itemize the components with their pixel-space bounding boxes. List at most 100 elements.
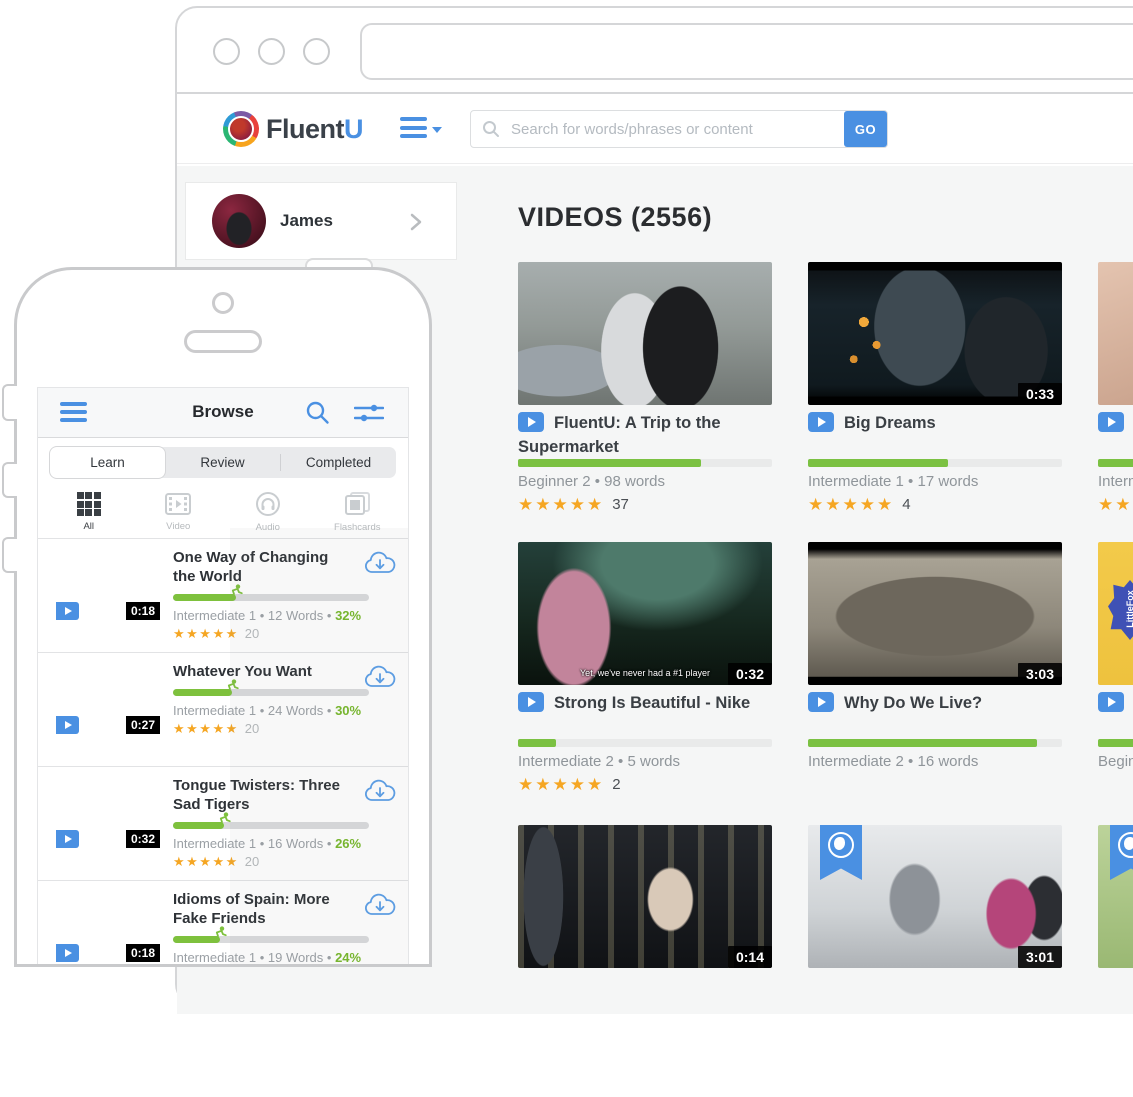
progress-bar — [173, 936, 369, 943]
video-thumbnail[interactable]: 0:27 — [56, 663, 160, 740]
filter-audio[interactable]: Audio — [223, 486, 313, 538]
video-thumbnail[interactable]: 3:03 — [808, 542, 1062, 685]
video-rating: ★★★★★ — [1098, 495, 1133, 515]
list-item[interactable]: 0:32 Tongue Twisters: Three Sad Tigers I… — [38, 767, 408, 881]
play-icon[interactable] — [808, 412, 834, 432]
video-thumbnail[interactable]: 0:33 — [808, 262, 1062, 405]
video-rating: ★★★★★20 — [173, 854, 401, 870]
segmented-tabs: Learn Review Completed — [50, 447, 396, 478]
rating-count: 20 — [245, 626, 259, 641]
video-meta: Intermediate 1 • 16 Words • 26% — [173, 836, 401, 851]
video-card[interactable] — [1098, 825, 1133, 1097]
page-title: VIDEOS (2556) — [518, 202, 712, 233]
filter-flashcards[interactable]: Flashcards — [313, 486, 403, 538]
brand-name: FluentU — [266, 114, 363, 145]
video-meta: Intermediate 1 • 17 words — [808, 473, 978, 490]
fluentu-logo-icon — [223, 111, 259, 147]
video-thumbnail[interactable]: 3:01 — [808, 825, 1062, 968]
video-card[interactable]: LittleFox W Beginner — [1098, 542, 1133, 814]
video-thumbnail[interactable]: 0:18 — [56, 549, 160, 626]
download-cloud-icon[interactable] — [364, 779, 396, 804]
filter-all[interactable]: All — [44, 486, 134, 538]
download-cloud-icon[interactable] — [364, 551, 396, 576]
video-thumbnail[interactable]: Yet, we've never had a #1 player 0:32 — [518, 542, 772, 685]
download-cloud-icon[interactable] — [364, 893, 396, 918]
app-filters-icon[interactable] — [354, 401, 384, 425]
video-rating: ★★★★★4 — [808, 495, 911, 515]
video-thumbnail[interactable]: LittleFox — [1098, 542, 1133, 685]
video-card[interactable]: 3:03 Why Do We Live? Intermediate 2 • 16… — [808, 542, 1062, 814]
video-icon — [164, 492, 192, 516]
list-item[interactable]: 0:27 Whatever You Want Intermediate 1 • … — [38, 653, 408, 767]
phone-mockup: Browse Learn Review Completed All — [14, 267, 432, 967]
star-icons: ★★★★★ — [173, 854, 239, 869]
progress-bar — [808, 739, 1062, 747]
play-icon[interactable] — [1098, 412, 1124, 432]
play-icon[interactable] — [808, 692, 834, 712]
play-icon — [56, 602, 79, 620]
video-card[interactable]: FluentU: A Trip to the Supermarket Begin… — [518, 262, 772, 534]
window-zoom-button[interactable] — [303, 38, 330, 65]
tab-learn[interactable]: Learn — [50, 447, 165, 478]
download-cloud-icon[interactable] — [364, 665, 396, 690]
main-menu-button[interactable] — [400, 117, 442, 143]
fluentu-logo[interactable]: FluentU — [223, 111, 363, 147]
video-duration: 0:14 — [728, 946, 772, 968]
tab-completed[interactable]: Completed — [281, 447, 396, 478]
search-go-button[interactable]: GO — [844, 111, 887, 147]
user-profile-card[interactable]: James — [185, 182, 457, 260]
address-bar[interactable] — [360, 23, 1133, 80]
star-icons: ★★★★★ — [173, 721, 239, 736]
video-duration: 0:18 — [126, 602, 160, 620]
video-card[interactable]: 0:14 — [518, 825, 772, 1097]
star-icons: ★★★★★ — [173, 626, 239, 641]
video-thumbnail[interactable]: 0:14 — [518, 825, 772, 968]
video-meta: Intermediate 1 • 19 Words • 24% — [173, 950, 401, 965]
app-nav-bar: Browse — [38, 388, 408, 438]
video-title: FluentU: A Trip to the Supermarket — [518, 412, 818, 460]
progress-bar — [808, 459, 1062, 467]
list-item[interactable]: 0:18 One Way of Changing the World Inter… — [38, 539, 408, 653]
chevron-right-icon — [410, 212, 422, 232]
runner-icon — [228, 584, 243, 600]
video-title: 3 — [1098, 412, 1133, 436]
window-close-button[interactable] — [213, 38, 240, 65]
video-rating: ★★★★★37 — [518, 495, 629, 515]
phone-screen: Browse Learn Review Completed All — [37, 387, 409, 964]
rating-count: 2 — [612, 776, 620, 793]
star-icons: ★★★★★ — [808, 495, 894, 514]
video-thumbnail[interactable]: 0:32 — [56, 777, 160, 854]
fluentu-flag-badge — [820, 825, 862, 880]
runner-icon — [212, 926, 227, 942]
play-icon — [56, 830, 79, 848]
search-input[interactable] — [470, 110, 888, 148]
filter-video[interactable]: Video — [134, 486, 224, 538]
video-card[interactable]: Yet, we've never had a #1 player 0:32 St… — [518, 542, 772, 814]
video-rating: ★★★★★2 — [518, 775, 621, 795]
play-icon[interactable] — [1098, 692, 1124, 712]
video-thumbnail[interactable]: 0:18 — [56, 891, 160, 964]
video-card[interactable]: 3:01 — [808, 825, 1062, 1097]
list-item[interactable]: 0:18 Idioms of Spain: More Fake Friends … — [38, 881, 408, 964]
progress-percent: 24% — [335, 950, 361, 965]
main-panel: VIDEOS (2556) FluentU: A Trip to the Sup… — [462, 166, 1133, 1014]
play-icon[interactable] — [518, 692, 544, 712]
phone-volume-up-button — [2, 462, 17, 498]
play-icon[interactable] — [518, 412, 544, 432]
video-thumbnail[interactable] — [1098, 825, 1133, 968]
app-search-icon[interactable] — [305, 400, 330, 425]
window-minimize-button[interactable] — [258, 38, 285, 65]
play-icon — [56, 716, 79, 734]
rating-count: 20 — [245, 721, 259, 736]
video-title: One Way of Changing the World — [173, 549, 351, 587]
video-meta: Intermediate 2 • 16 words — [808, 753, 978, 770]
progress-bar — [1098, 459, 1133, 467]
play-icon — [56, 944, 79, 962]
video-card[interactable]: 0:33 Big Dreams Intermediate 1 • 17 word… — [808, 262, 1062, 534]
video-rating: ★★★★★ 20 — [173, 626, 401, 642]
video-title: Strong Is Beautiful - Nike — [518, 692, 818, 716]
video-thumbnail[interactable] — [1098, 262, 1133, 405]
video-card[interactable]: 3 Intermediate ★★★★★ — [1098, 262, 1133, 534]
video-thumbnail[interactable] — [518, 262, 772, 405]
tab-review[interactable]: Review — [165, 447, 280, 478]
